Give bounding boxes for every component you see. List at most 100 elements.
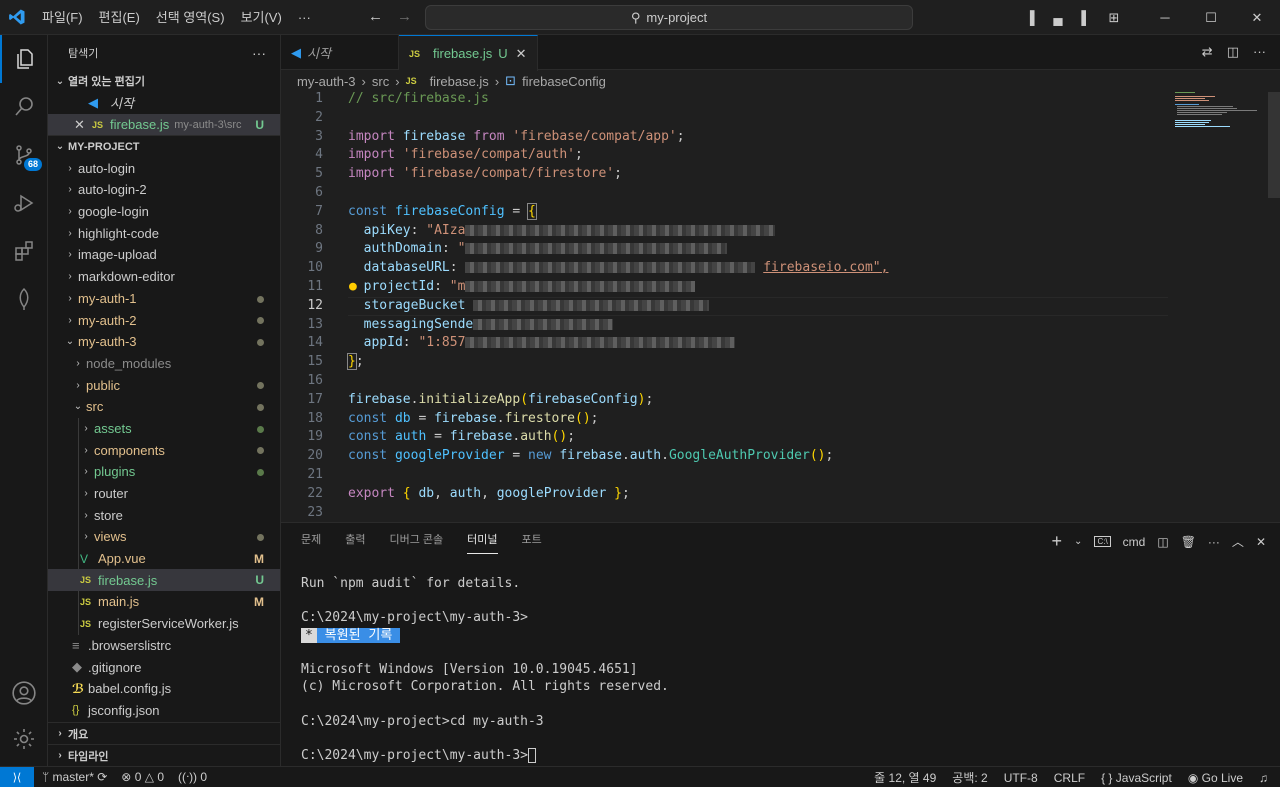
- folder-my-auth-2[interactable]: › my-auth-2: [48, 309, 280, 331]
- code-line: };: [347, 353, 364, 371]
- folder-assets[interactable]: › assets: [48, 418, 280, 440]
- folder-image-upload[interactable]: › image-upload: [48, 244, 280, 266]
- go-live-status[interactable]: ◉ Go Live: [1188, 771, 1243, 785]
- file-app-vue[interactable]: V App.vue M: [48, 548, 280, 570]
- mongodb-leaf-icon[interactable]: [0, 275, 48, 323]
- file-browserslistrc[interactable]: ≡ .browserslistrc: [48, 635, 280, 657]
- chevron-down-icon[interactable]: ⌄: [1074, 536, 1082, 547]
- search-view-icon[interactable]: [0, 83, 48, 131]
- run-debug-icon[interactable]: [0, 179, 48, 227]
- folder-auto-login[interactable]: › auto-login: [48, 157, 280, 179]
- ports-status[interactable]: ((ᐧ)) 0: [178, 770, 207, 784]
- tab-problems[interactable]: 문제: [301, 531, 321, 554]
- breadcrumb-folder[interactable]: my-auth-3: [297, 74, 356, 89]
- file-jsconfig[interactable]: {} jsconfig.json: [48, 700, 280, 722]
- folder-my-auth-1[interactable]: › my-auth-1: [48, 288, 280, 310]
- tab-debug-console[interactable]: 디버그 콘솔: [390, 531, 444, 554]
- file-register-service-worker[interactable]: JS registerServiceWorker.js: [48, 613, 280, 635]
- notifications-bell-icon[interactable]: ♫: [1259, 771, 1268, 785]
- editor-scrollbar[interactable]: [1268, 92, 1280, 198]
- maximize-button[interactable]: ☐: [1188, 10, 1234, 26]
- eol-status[interactable]: CRLF: [1054, 771, 1085, 785]
- account-icon[interactable]: [0, 669, 48, 717]
- problems-status[interactable]: ⊗ 0 △ 0: [121, 770, 164, 784]
- back-arrow-icon[interactable]: ←: [368, 8, 383, 25]
- javascript-file-icon: JS: [80, 575, 92, 586]
- timeline-header[interactable]: › 타임라인: [48, 744, 280, 766]
- tab-ports[interactable]: 포트: [522, 531, 542, 554]
- menu-edit[interactable]: 편집(E): [91, 0, 148, 35]
- folder-node-modules[interactable]: › node_modules: [48, 353, 280, 375]
- folder-public[interactable]: › public: [48, 374, 280, 396]
- tab-output[interactable]: 출력: [345, 531, 365, 554]
- indentation-status[interactable]: 공백: 2: [952, 769, 987, 786]
- close-panel-icon[interactable]: ✕: [1256, 535, 1266, 549]
- more-actions-icon[interactable]: ···: [1253, 44, 1266, 60]
- breadcrumb-folder[interactable]: src: [372, 74, 389, 89]
- new-terminal-icon[interactable]: +: [1052, 531, 1063, 552]
- open-editor-welcome[interactable]: ◀ 시작: [48, 92, 280, 114]
- file-firebase-js[interactable]: JS firebase.js U: [48, 569, 280, 592]
- terminal-output[interactable]: Run `npm audit` for details. C:\2024\my-…: [301, 575, 669, 764]
- outline-header[interactable]: › 개요: [48, 722, 280, 744]
- folder-plugins[interactable]: › plugins: [48, 461, 280, 483]
- menu-file[interactable]: 파일(F): [34, 0, 91, 35]
- cursor-position[interactable]: 줄 12, 열 49: [874, 769, 936, 786]
- branch-status[interactable]: ᛘ master* ⟳: [42, 770, 107, 784]
- close-icon[interactable]: ✕: [516, 46, 527, 62]
- file-gitignore[interactable]: ◆ .gitignore: [48, 656, 280, 678]
- split-editor-icon[interactable]: ◫: [1227, 44, 1239, 60]
- toggle-primary-sidebar-icon[interactable]: ▐: [1016, 10, 1044, 25]
- menu-selection[interactable]: 선택 영역(S): [148, 0, 233, 35]
- project-header[interactable]: ⌄ MY-PROJECT: [48, 135, 280, 157]
- tab-welcome[interactable]: ◀ 시작: [281, 35, 399, 70]
- folder-highlight-code[interactable]: › highlight-code: [48, 222, 280, 244]
- minimap[interactable]: [1175, 90, 1265, 130]
- folder-components[interactable]: › components: [48, 439, 280, 461]
- tab-firebase-js[interactable]: JS firebase.js U ✕: [399, 35, 538, 71]
- folder-views[interactable]: › views: [48, 526, 280, 548]
- kill-terminal-icon[interactable]: 🗑: [1181, 535, 1196, 549]
- folder-google-login[interactable]: › google-login: [48, 201, 280, 223]
- terminal-shell-label[interactable]: cmd: [1123, 535, 1146, 549]
- code-editor[interactable]: 1 // src/firebase.js 2 3 import firebase f…: [281, 90, 1280, 520]
- minimize-button[interactable]: ─: [1142, 10, 1188, 25]
- bottom-panel: 문제 출력 디버그 콘솔 터미널 포트 + ⌄ C:\ cmd ◫ 🗑 ··· …: [281, 522, 1280, 766]
- explorer-icon[interactable]: [0, 35, 48, 83]
- source-control-icon[interactable]: 68: [0, 131, 48, 179]
- explorer-more-button[interactable]: ···: [252, 45, 266, 61]
- folder-markdown-editor[interactable]: › markdown-editor: [48, 266, 280, 288]
- file-babel-config[interactable]: ℬbabel.config.js: [48, 678, 280, 700]
- extensions-icon[interactable]: [0, 227, 48, 275]
- toggle-secondary-sidebar-icon[interactable]: ▌: [1072, 10, 1100, 25]
- open-editor-firebase[interactable]: ✕ JS firebase.js my-auth-3\src U: [48, 113, 280, 136]
- remote-indicator-icon[interactable]: ⟩⟨: [0, 766, 34, 787]
- forward-arrow-icon[interactable]: →: [397, 8, 412, 25]
- open-editors-header[interactable]: ⌄ 열려 있는 편집기: [48, 70, 280, 92]
- folder-auto-login-2[interactable]: › auto-login-2: [48, 179, 280, 201]
- breadcrumb-symbol[interactable]: firebaseConfig: [522, 74, 606, 89]
- tab-terminal[interactable]: 터미널: [467, 531, 498, 554]
- menu-more[interactable]: ···: [290, 0, 319, 35]
- close-icon[interactable]: ✕: [74, 117, 92, 133]
- command-center-search[interactable]: ⚲ my-project: [425, 5, 913, 30]
- folder-my-auth-3[interactable]: ⌄ my-auth-3: [48, 331, 280, 353]
- open-changes-icon[interactable]: ⇄: [1202, 44, 1213, 60]
- more-actions-icon[interactable]: ···: [1208, 535, 1220, 549]
- toggle-panel-icon[interactable]: ▄: [1044, 10, 1072, 25]
- folder-src[interactable]: ⌄ src: [48, 396, 280, 418]
- folder-store[interactable]: › store: [48, 504, 280, 526]
- language-status[interactable]: { } JavaScript: [1101, 771, 1172, 785]
- file-main-js[interactable]: JS main.js M: [48, 591, 280, 613]
- split-terminal-icon[interactable]: ◫: [1157, 535, 1168, 549]
- encoding-status[interactable]: UTF-8: [1004, 771, 1038, 785]
- breadcrumb-file[interactable]: firebase.js: [430, 74, 489, 89]
- folder-router[interactable]: › router: [48, 483, 280, 505]
- settings-gear-icon[interactable]: [0, 715, 48, 763]
- code-line: projectId: "m: [348, 278, 696, 297]
- breadcrumb: my-auth-3 › src › JS firebase.js › ⊡ fir…: [297, 70, 606, 92]
- maximize-panel-icon[interactable]: ︿: [1232, 533, 1244, 550]
- menu-view[interactable]: 보기(V): [233, 0, 290, 35]
- customize-layout-icon[interactable]: ⊞: [1100, 10, 1128, 26]
- close-button[interactable]: ✕: [1234, 10, 1280, 26]
